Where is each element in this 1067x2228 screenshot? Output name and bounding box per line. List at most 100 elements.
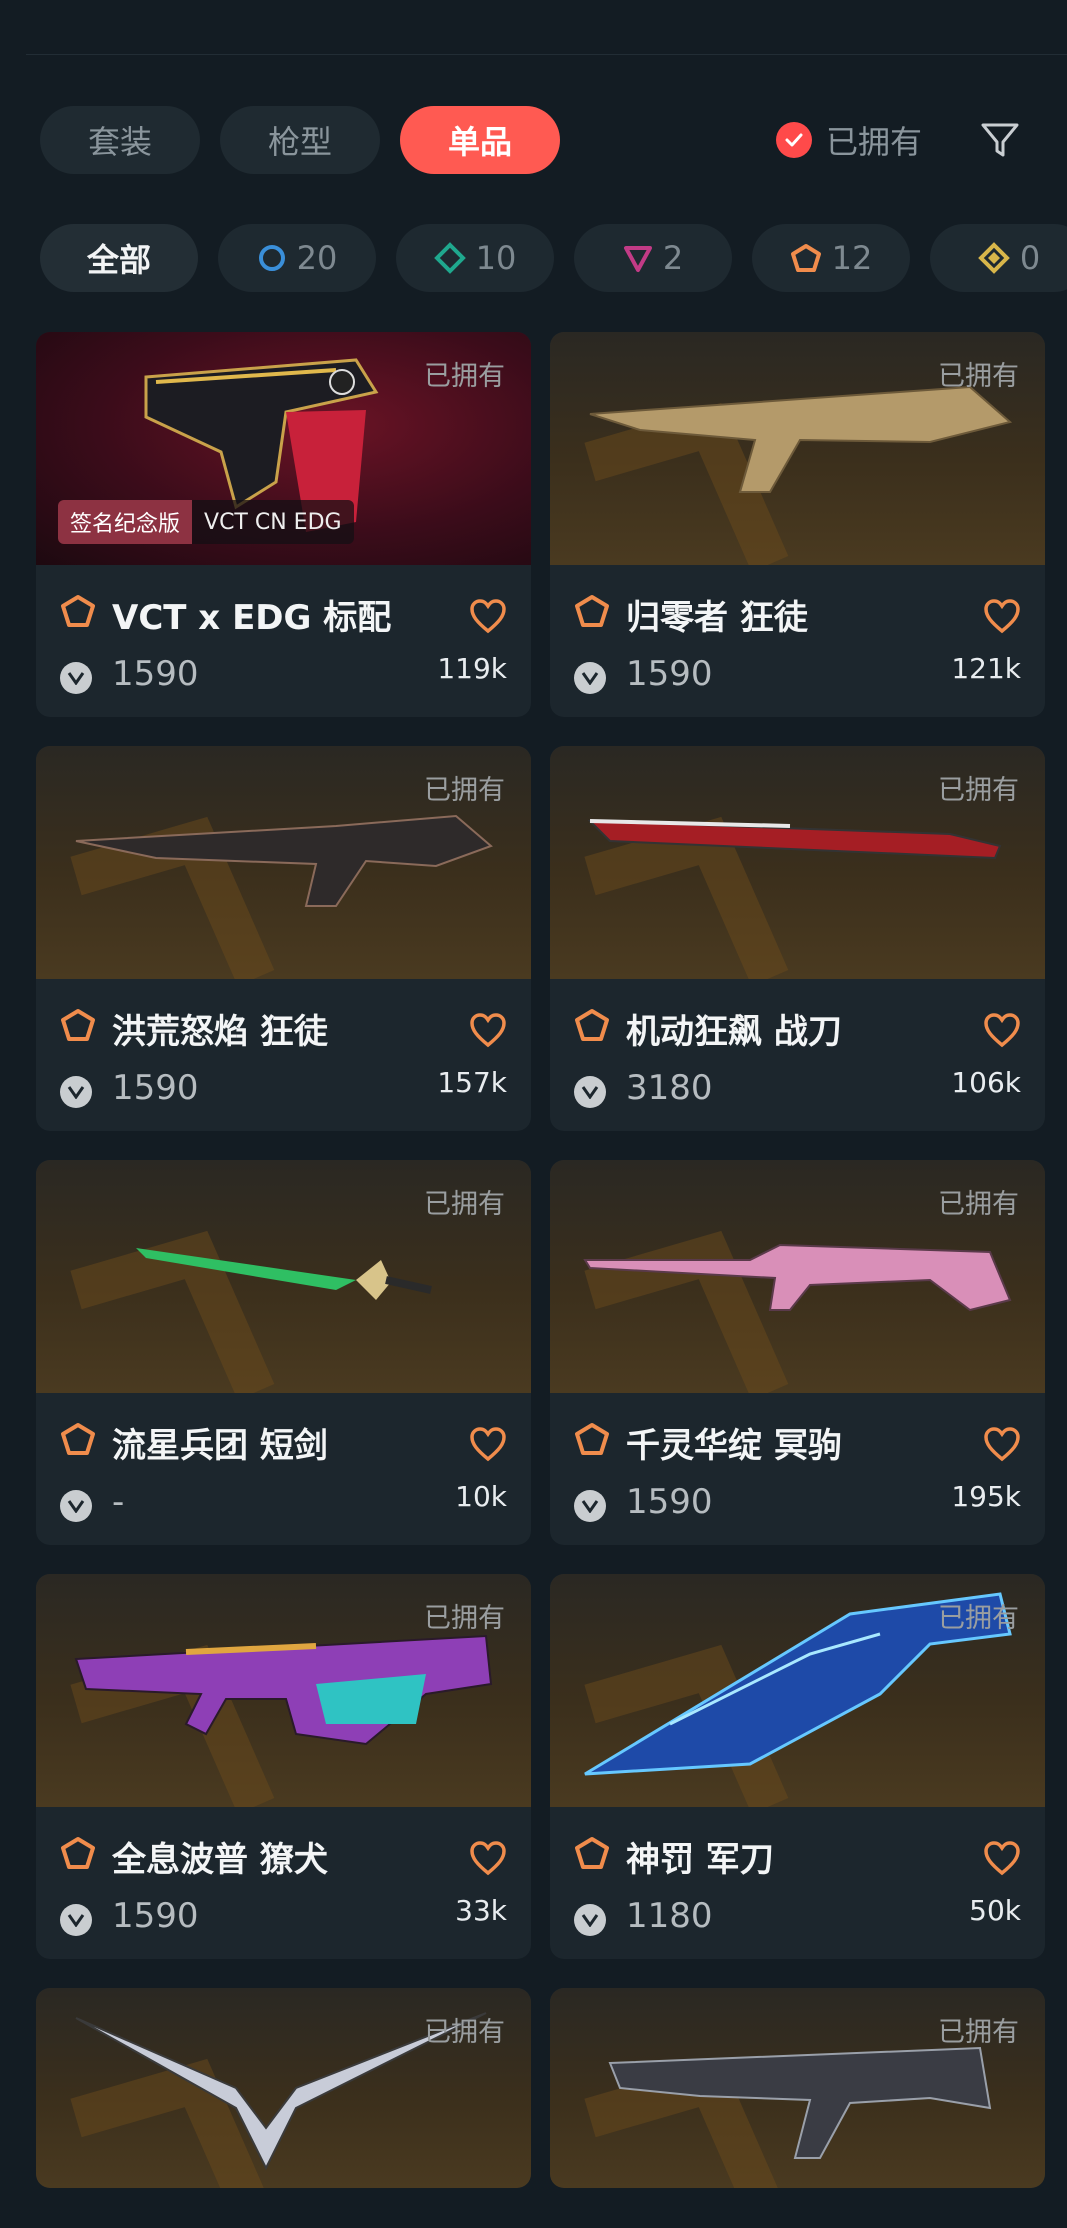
like-count: 157k xyxy=(437,1066,507,1099)
item-price: 1590 xyxy=(112,1896,199,1936)
header-divider xyxy=(26,54,1067,55)
favorite-heart-icon[interactable] xyxy=(469,1840,507,1876)
favorite-heart-icon[interactable] xyxy=(469,1426,507,1462)
item-image: 已拥有 xyxy=(36,1574,531,1807)
tab-bundles[interactable]: 套装 xyxy=(40,106,200,174)
item-card[interactable]: 已拥有 xyxy=(550,1988,1045,2188)
like-count: 119k xyxy=(437,652,507,685)
item-price: 1180 xyxy=(626,1896,713,1936)
item-card[interactable]: 已拥有 机动狂飙 战刀 3180 106k xyxy=(550,746,1045,1131)
rarity-chip-select[interactable]: 20 xyxy=(218,224,376,292)
item-price: 1590 xyxy=(626,1482,713,1522)
item-card[interactable]: 已拥有 流星兵团 短剑 - 10k xyxy=(36,1160,531,1545)
item-card[interactable]: 已拥有 归零者 狂徒 1590 121k xyxy=(550,332,1045,717)
item-name: 全息波普 獠犬 xyxy=(112,1840,328,1880)
item-image: 已拥有 签名纪念版 VCT CN EDG xyxy=(36,332,531,565)
rarity-chip-count: 10 xyxy=(475,239,517,277)
like-count: 33k xyxy=(455,1894,507,1927)
item-card[interactable]: 已拥有 签名纪念版 VCT CN EDG VCT x EDG 标配 1590 1… xyxy=(36,332,531,717)
item-name: 归零者 狂徒 xyxy=(626,598,808,638)
tab-single-items[interactable]: 单品 xyxy=(400,106,560,174)
item-image: 已拥有 xyxy=(36,1988,531,2188)
favorite-heart-icon[interactable] xyxy=(983,1426,1021,1462)
rarity-chip-all[interactable]: 全部 xyxy=(40,224,198,292)
checkmark-icon[interactable] xyxy=(776,122,812,158)
category-tabs: 套装 枪型 单品 xyxy=(40,106,560,174)
item-card[interactable]: 已拥有 xyxy=(36,1988,531,2188)
item-card[interactable]: 已拥有 洪荒怒焰 狂徒 1590 157k xyxy=(36,746,531,1131)
item-name: 流星兵团 短剑 xyxy=(112,1426,328,1466)
item-name: 神罚 军刀 xyxy=(626,1840,774,1880)
exclusive-tier-icon xyxy=(61,595,95,627)
favorite-heart-icon[interactable] xyxy=(469,598,507,634)
select-tier-icon xyxy=(258,245,285,271)
ultra-tier-icon xyxy=(977,242,1010,274)
rarity-chip-premium[interactable]: 2 xyxy=(574,224,732,292)
owned-tag: 已拥有 xyxy=(938,1603,1019,1634)
tab-weapon-types[interactable]: 枪型 xyxy=(220,106,380,174)
premium-tier-icon xyxy=(623,246,652,272)
owned-tag: 已拥有 xyxy=(938,1189,1019,1220)
exclusive-tier-icon xyxy=(575,595,609,627)
favorite-heart-icon[interactable] xyxy=(983,1012,1021,1048)
item-price: 1590 xyxy=(626,654,713,694)
owned-tag: 已拥有 xyxy=(938,361,1019,392)
rarity-chip-count: 20 xyxy=(296,239,338,277)
item-card[interactable]: 已拥有 神罚 军刀 1180 50k xyxy=(550,1574,1045,1959)
badge-edition: 签名纪念版 xyxy=(58,500,193,544)
like-count: 106k xyxy=(951,1066,1021,1099)
rarity-filter-row: 全部 20 10 2 12 0 xyxy=(40,224,1067,292)
favorite-heart-icon[interactable] xyxy=(983,598,1021,634)
item-image: 已拥有 xyxy=(550,746,1045,979)
rarity-chip-ultra[interactable]: 0 xyxy=(930,224,1067,292)
vp-currency-icon xyxy=(60,1490,92,1522)
filter-icon[interactable] xyxy=(978,118,1022,162)
owned-tag: 已拥有 xyxy=(424,1189,505,1220)
rarity-chip-deluxe[interactable]: 10 xyxy=(396,224,554,292)
owned-tag: 已拥有 xyxy=(938,775,1019,806)
owned-filter-toggle[interactable]: 已拥有 xyxy=(776,110,922,170)
vp-currency-icon xyxy=(574,1076,606,1108)
rarity-chip-count: 0 xyxy=(1019,239,1041,277)
vp-currency-icon xyxy=(60,1904,92,1936)
item-card[interactable]: 已拥有 全息波普 獠犬 1590 33k xyxy=(36,1574,531,1959)
edition-badge: 签名纪念版 VCT CN EDG xyxy=(58,500,354,544)
item-image: 已拥有 xyxy=(550,1988,1045,2188)
item-image: 已拥有 xyxy=(36,746,531,979)
exclusive-tier-icon xyxy=(575,1837,609,1869)
item-price: 1590 xyxy=(112,654,199,694)
vp-currency-icon xyxy=(574,1490,606,1522)
item-name: VCT x EDG 标配 xyxy=(112,598,392,638)
exclusive-tier-icon xyxy=(61,1423,95,1455)
rarity-chip-count: 2 xyxy=(662,239,684,277)
rarity-chip-count: 12 xyxy=(831,239,873,277)
badge-team: VCT CN EDG xyxy=(192,500,354,544)
like-count: 195k xyxy=(951,1480,1021,1513)
owned-tag: 已拥有 xyxy=(424,775,505,806)
item-card[interactable]: 已拥有 千灵华绽 冥驹 1590 195k xyxy=(550,1160,1045,1545)
item-price: 1590 xyxy=(112,1068,199,1108)
exclusive-tier-icon xyxy=(575,1423,609,1455)
like-count: 121k xyxy=(951,652,1021,685)
item-name: 洪荒怒焰 狂徒 xyxy=(112,1012,328,1052)
item-image: 已拥有 xyxy=(36,1160,531,1393)
owned-tag: 已拥有 xyxy=(424,2017,505,2048)
exclusive-tier-icon xyxy=(575,1009,609,1041)
vp-currency-icon xyxy=(574,1904,606,1936)
owned-filter-label: 已拥有 xyxy=(826,123,923,161)
exclusive-tier-icon xyxy=(790,244,821,272)
item-image: 已拥有 xyxy=(550,1160,1045,1393)
like-count: 10k xyxy=(455,1480,507,1513)
vp-currency-icon xyxy=(60,1076,92,1108)
exclusive-tier-icon xyxy=(61,1837,95,1869)
vp-currency-icon xyxy=(574,662,606,694)
item-price: - xyxy=(112,1482,125,1522)
rarity-chip-exclusive[interactable]: 12 xyxy=(752,224,910,292)
favorite-heart-icon[interactable] xyxy=(469,1012,507,1048)
item-price: 3180 xyxy=(626,1068,713,1108)
item-image: 已拥有 xyxy=(550,332,1045,565)
favorite-heart-icon[interactable] xyxy=(983,1840,1021,1876)
owned-tag: 已拥有 xyxy=(938,2017,1019,2048)
like-count: 50k xyxy=(969,1894,1021,1927)
rarity-chip-label: 全部 xyxy=(86,241,151,279)
